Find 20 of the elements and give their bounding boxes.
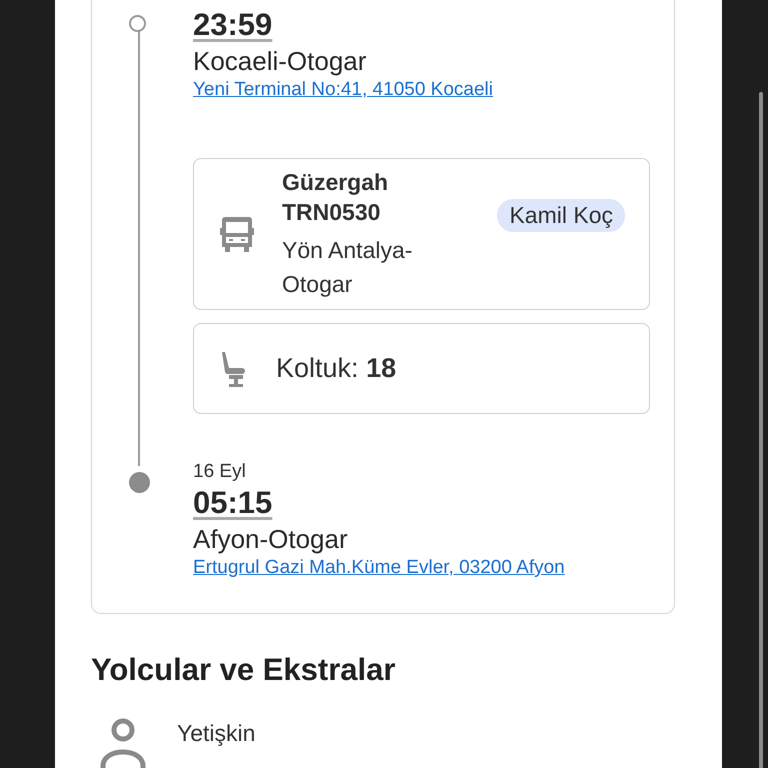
departure-address-link[interactable]: Yeni Terminal No:41, 41050 Kocaeli bbox=[193, 78, 493, 102]
seat-icon bbox=[220, 350, 248, 388]
arrival-date: 16 Eyl bbox=[193, 460, 246, 484]
arrival-time: 05:15 bbox=[193, 484, 272, 522]
arrival-address-link[interactable]: Ertugrul Gazi Mah.Küme Evler, 03200 Afyon bbox=[193, 556, 565, 580]
seat-number: Koltuk: 18 bbox=[276, 353, 396, 384]
passenger-type: Yetişkin bbox=[177, 720, 256, 748]
route-code: TRN0530 bbox=[282, 198, 382, 227]
person-icon bbox=[99, 716, 147, 768]
departure-station: Kocaeli-Otogar bbox=[193, 45, 366, 78]
bus-icon bbox=[220, 215, 254, 253]
operator-tag: Kamil Koç bbox=[497, 199, 625, 232]
arrival-dot bbox=[129, 472, 150, 493]
route-direction: Yön Antalya-Otogar bbox=[282, 236, 414, 299]
scrollbar[interactable] bbox=[759, 92, 763, 768]
arrival-station: Afyon-Otogar bbox=[193, 523, 348, 556]
departure-dot bbox=[129, 15, 146, 32]
departure-time: 23:59 bbox=[193, 6, 272, 44]
section-title: Yolcular ve Ekstralar bbox=[91, 652, 396, 688]
route-label: Güzergah bbox=[282, 168, 390, 197]
